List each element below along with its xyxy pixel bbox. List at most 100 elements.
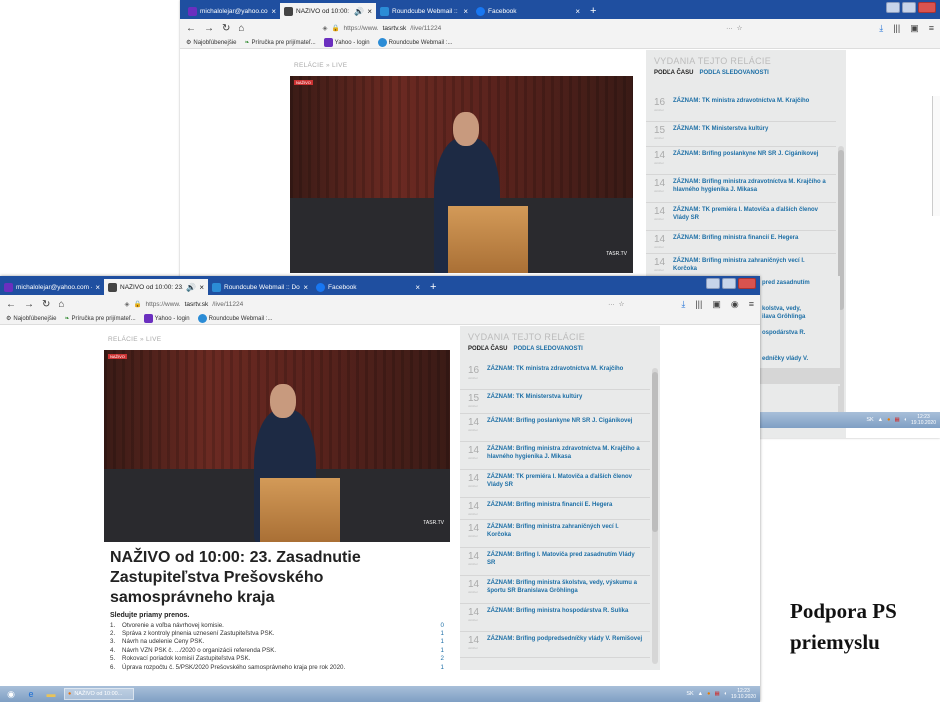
sidebar-icon[interactable]: ▣: [712, 299, 721, 310]
list-item[interactable]: 14 október ZÁZNAM: Brífing poslankyne NR S…: [646, 147, 836, 175]
speaker-icon[interactable]: 🔊: [186, 283, 196, 292]
back-icon[interactable]: ←: [6, 299, 16, 310]
bookmark-star-icon[interactable]: ☆: [737, 24, 743, 32]
list-item[interactable]: 14 október ZÁZNAM: Brífing ministra zahran…: [460, 520, 650, 548]
reload-icon[interactable]: ↻: [222, 23, 230, 34]
bookmark-guide[interactable]: ❧ Príručka pre prijímateľ...: [64, 315, 136, 323]
bookmark-most-visited[interactable]: ⚙ Najobľúbenejšie: [186, 39, 237, 47]
folder-icon[interactable]: ▬: [44, 688, 58, 700]
maximize-button[interactable]: [902, 2, 916, 13]
new-tab-button[interactable]: +: [584, 3, 602, 19]
back-panel-peek: pred zasadnutím kolstva, vedy, ilava Grö…: [760, 276, 840, 386]
window-controls: [886, 2, 936, 13]
bookmark-star-icon[interactable]: ☆: [619, 300, 625, 308]
warning-icon[interactable]: ●: [887, 417, 890, 423]
network-icon[interactable]: ▦: [894, 417, 899, 423]
close-icon[interactable]: ×: [415, 283, 420, 292]
tab-yahoo-mail[interactable]: michalolejar@yahoo.com - Yal×: [0, 279, 104, 295]
maximize-button[interactable]: [722, 278, 736, 289]
back-icon[interactable]: ←: [186, 23, 196, 34]
close-icon[interactable]: ×: [367, 7, 372, 16]
forward-icon[interactable]: →: [24, 299, 34, 310]
home-icon[interactable]: ⌂: [58, 299, 64, 310]
list-item[interactable]: 14 október ZÁZNAM: Brífing I. Matoviča pre…: [460, 548, 650, 576]
sidebar-icon[interactable]: ▣: [910, 23, 919, 34]
warning-icon[interactable]: ●: [707, 691, 710, 697]
menu-icon[interactable]: ≡: [929, 23, 934, 34]
tab-roundcube[interactable]: Roundcube Webmail :: Doručis×: [208, 279, 312, 295]
panel-scrollbar[interactable]: [652, 368, 658, 664]
download-icon[interactable]: ⤓: [879, 23, 883, 34]
tab-facebook[interactable]: Facebook ×: [472, 3, 584, 19]
close-icon[interactable]: ×: [575, 7, 580, 16]
list-item[interactable]: 16 október ZÁZNAM: TK ministra zdravotníct…: [460, 362, 650, 390]
tab-tasrtv-live[interactable]: NAŽIVO od 10:00: 23. Zasad🔊×: [280, 3, 376, 19]
new-tab-button[interactable]: +: [424, 279, 442, 295]
close-icon[interactable]: ×: [303, 283, 308, 292]
video-player[interactable]: NAŽIVO TASR.TV: [290, 76, 633, 273]
leaf-icon: ❧: [64, 316, 70, 322]
close-icon[interactable]: ×: [199, 283, 204, 292]
forward-icon[interactable]: →: [204, 23, 214, 34]
episode-list: 16 október ZÁZNAM: TK ministra zdravotníct…: [646, 94, 836, 282]
menu-icon[interactable]: ≡: [749, 299, 754, 310]
episode-list: 16 október ZÁZNAM: TK ministra zdravotníct…: [460, 362, 650, 658]
list-item[interactable]: 14 október ZÁZNAM: Brífing ministra financ…: [646, 231, 836, 254]
bookmark-roundcube[interactable]: Roundcube Webmail :...: [377, 38, 453, 47]
bookmark-yahoo[interactable]: Yahoo - login: [323, 38, 370, 47]
tab-roundcube[interactable]: Roundcube Webmail :: Doručis×: [376, 3, 472, 19]
sort-by-time[interactable]: PODĽA ČASU: [654, 70, 693, 76]
tab-tasrtv-live[interactable]: NAŽIVO od 10:00: 23. Zasad🔊×: [104, 279, 208, 295]
sort-by-views[interactable]: PODĽA SLEDOVANOSTI: [699, 70, 768, 76]
bookmark-most-visited[interactable]: ⚙ Najobľúbenejšie: [6, 315, 57, 323]
arrow-up-icon[interactable]: ▲: [878, 417, 883, 423]
minimize-button[interactable]: [706, 278, 720, 289]
volume-icon[interactable]: ◖: [904, 417, 907, 423]
close-icon[interactable]: ×: [95, 283, 100, 292]
network-icon[interactable]: ▦: [714, 691, 719, 697]
close-icon[interactable]: ×: [271, 7, 276, 16]
download-icon[interactable]: ⤓: [681, 299, 685, 310]
list-item[interactable]: 16 október ZÁZNAM: TK ministra zdravotníct…: [646, 94, 836, 122]
list-item[interactable]: 15 október ZÁZNAM: TK Ministerstva kultúry: [646, 122, 836, 147]
list-item[interactable]: 14 október ZÁZNAM: TK premiéra I. Matoviča…: [460, 470, 650, 498]
list-item[interactable]: 14 október ZÁZNAM: Brífing ministra zdravo…: [460, 442, 650, 470]
close-window-button[interactable]: [738, 278, 756, 289]
volume-icon[interactable]: ◖: [724, 691, 727, 697]
reload-icon[interactable]: ↻: [42, 299, 50, 310]
minimize-button[interactable]: [886, 2, 900, 13]
list-item[interactable]: 14 október ZÁZNAM: Brífing ministra zdravo…: [646, 175, 836, 203]
list-item[interactable]: 14 október ZÁZNAM: Brífing podpredsedníčky…: [460, 632, 650, 658]
ie-icon[interactable]: e: [24, 688, 38, 700]
list-item[interactable]: 14 október ZÁZNAM: Brífing poslankyne NR S…: [460, 414, 650, 442]
library-icon[interactable]: |||: [695, 299, 702, 310]
list-item[interactable]: 14 október ZÁZNAM: Brífing ministra hospod…: [460, 604, 650, 632]
close-icon[interactable]: ×: [463, 7, 468, 16]
page-actions-icon[interactable]: ···: [726, 25, 733, 32]
page-actions-icon[interactable]: ···: [608, 301, 615, 308]
url-bar[interactable]: ◈ 🔒 https://www. tasrtv.sk/live/11224 ··· ☆: [322, 22, 742, 35]
windows-start-icon[interactable]: ◉: [4, 688, 18, 700]
facebook-icon: [316, 282, 325, 292]
sort-by-views[interactable]: PODĽA SLEDOVANOSTI: [513, 346, 582, 352]
home-icon[interactable]: ⌂: [238, 23, 244, 34]
list-item[interactable]: 14 október ZÁZNAM: TK premiéra I. Matoviča…: [646, 203, 836, 231]
arrow-up-icon[interactable]: ▲: [698, 691, 703, 697]
tab-facebook[interactable]: Facebook ×: [312, 279, 424, 295]
bookmark-yahoo[interactable]: Yahoo - login: [143, 314, 190, 323]
close-window-button[interactable]: [918, 2, 936, 13]
speaker-icon[interactable]: 🔊: [354, 7, 364, 16]
bookmark-roundcube[interactable]: Roundcube Webmail :...: [197, 314, 273, 323]
subtitle: Sledujte priamy prenos.: [110, 612, 190, 619]
url-bar[interactable]: ◈ 🔒 https://www. tasrtv.sk/live/11224 ··· ☆: [124, 298, 624, 311]
account-icon[interactable]: ◉: [731, 299, 739, 310]
library-icon[interactable]: |||: [893, 23, 900, 34]
list-item[interactable]: 14 október ZÁZNAM: Brífing ministra financ…: [460, 498, 650, 520]
list-item[interactable]: 15 október ZÁZNAM: TK Ministerstva kultúry: [460, 390, 650, 414]
sort-by-time[interactable]: PODĽA ČASU: [468, 346, 507, 352]
video-player[interactable]: NAŽIVO TASR.TV: [104, 350, 450, 542]
taskbar-firefox[interactable]: ● NAŽIVO od 10:00...: [64, 688, 134, 700]
tab-yahoo-mail[interactable]: michalolejar@yahoo.com - Yal×: [184, 3, 280, 19]
list-item[interactable]: 14 október ZÁZNAM: Brífing ministra školst…: [460, 576, 650, 604]
bookmark-guide[interactable]: ❧ Príručka pre prijímateľ...: [245, 39, 316, 47]
